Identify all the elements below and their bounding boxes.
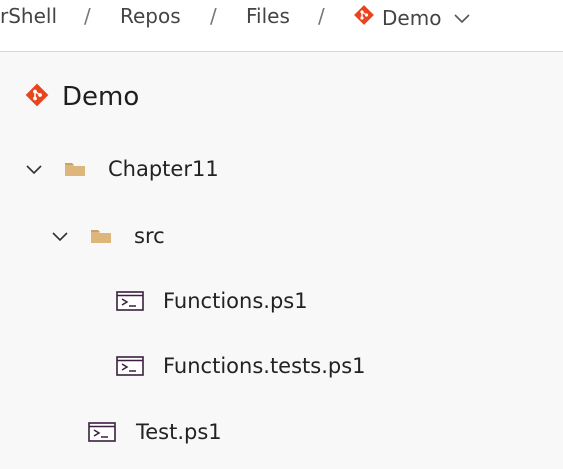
breadcrumb-item-demo-repo-picker[interactable]: Demo xyxy=(353,4,471,31)
powershell-file-icon xyxy=(116,355,144,377)
breadcrumb-separator: / xyxy=(318,4,325,28)
repo-header: Demo xyxy=(24,82,139,112)
folder-icon xyxy=(90,227,112,245)
chevron-down-icon[interactable] xyxy=(453,6,471,30)
repo-title: Demo xyxy=(62,82,140,112)
breadcrumb: rShell / Repos / Files / Demo xyxy=(0,0,563,52)
tree-item-label: src xyxy=(134,224,165,248)
tree-item-label: Test.ps1 xyxy=(136,420,222,444)
file-explorer: Demo Chapter11 src Functions.ps1 Functio… xyxy=(0,52,563,469)
tree-item-test-ps1[interactable]: Test.ps1 xyxy=(88,417,222,447)
powershell-file-icon xyxy=(116,290,144,312)
tree-item-label: Functions.tests.ps1 xyxy=(163,354,366,378)
tree-item-functions-tests-ps1[interactable]: Functions.tests.ps1 xyxy=(116,351,366,381)
tree-item-label: Chapter11 xyxy=(108,157,219,181)
breadcrumb-item-repos[interactable]: Repos xyxy=(120,4,181,28)
chevron-down-icon[interactable] xyxy=(50,226,70,246)
tree-item-chapter11[interactable]: Chapter11 xyxy=(24,154,219,184)
breadcrumb-item-label: Demo xyxy=(382,5,442,30)
git-icon xyxy=(24,82,50,112)
chevron-down-icon[interactable] xyxy=(24,159,44,179)
powershell-file-icon xyxy=(88,421,116,443)
folder-icon xyxy=(64,160,86,178)
tree-item-label: Functions.ps1 xyxy=(163,289,308,313)
breadcrumb-item-files[interactable]: Files xyxy=(246,4,290,28)
breadcrumb-item-project[interactable]: rShell xyxy=(0,4,57,28)
breadcrumb-separator: / xyxy=(84,4,91,28)
git-icon xyxy=(353,4,375,31)
breadcrumb-separator: / xyxy=(210,4,217,28)
tree-item-functions-ps1[interactable]: Functions.ps1 xyxy=(116,286,308,316)
tree-item-src[interactable]: src xyxy=(50,221,165,251)
